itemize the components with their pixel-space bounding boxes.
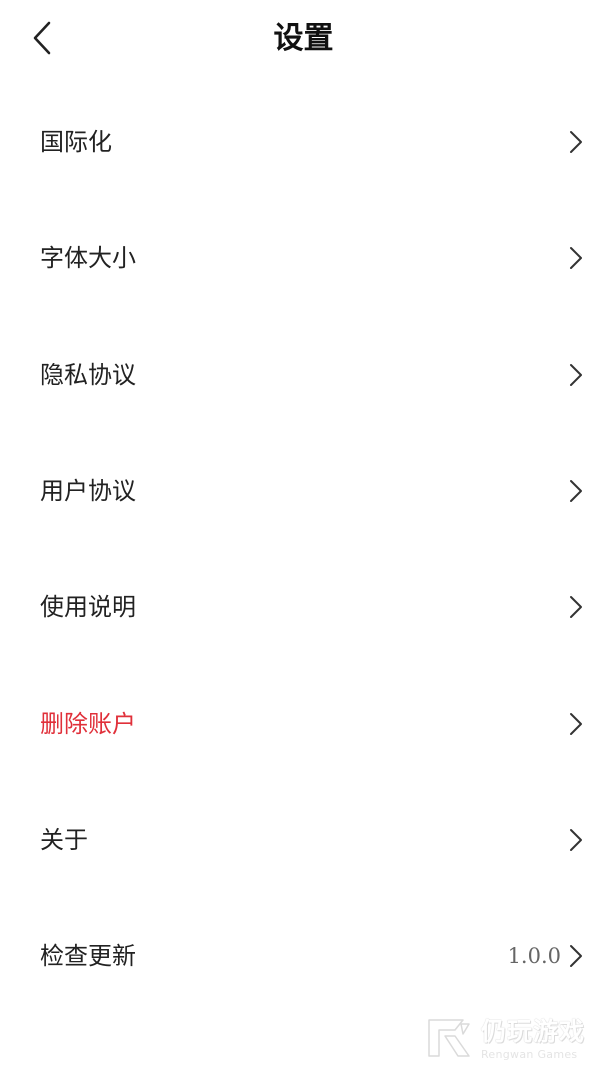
chevron-right-icon [570,712,582,735]
version-value: 1.0.0 [507,944,561,969]
settings-item-label: 使用说明 [40,593,136,622]
settings-item-user-agreement[interactable]: 用户协议 [0,433,607,549]
settings-item-right [569,246,583,270]
watermark: 仍玩游戏 Rengwan Games [425,1016,585,1062]
top-bar: 设置 [0,0,607,80]
settings-item-right [569,130,583,154]
settings-item-check-update[interactable]: 检查更新 1.0.0 [0,898,607,1014]
settings-item-instructions[interactable]: 使用说明 [0,549,607,665]
chevron-right-icon [570,596,582,619]
settings-item-delete-account[interactable]: 删除账户 [0,665,607,781]
settings-item-right [569,712,583,736]
watermark-subtitle: Rengwan Games [480,1047,578,1061]
settings-item-right [569,595,583,619]
settings-item-label: 删除账户 [40,709,136,738]
chevron-right-icon [570,480,582,503]
chevron-right-icon [570,247,582,270]
settings-item-about[interactable]: 关于 [0,782,607,898]
settings-item-right [569,479,583,503]
settings-item-internationalization[interactable]: 国际化 [0,84,607,200]
settings-item-right [569,828,583,852]
chevron-right-icon [570,131,582,154]
watermark-text: 仍玩游戏 Rengwan Games [480,1016,585,1061]
chevron-right-icon [570,363,582,386]
settings-item-right: 1.0.0 [508,944,583,968]
settings-item-font-size[interactable]: 字体大小 [0,200,607,316]
settings-item-right [569,363,583,387]
settings-item-label: 检查更新 [40,942,136,971]
settings-item-privacy-policy[interactable]: 隐私协议 [0,317,607,433]
settings-list: 国际化 字体大小 隐私协议 用户协议 使用说明 删除账户 关于 检查更新 1.0… [0,84,607,1014]
watermark-name: 仍玩游戏 [480,1016,585,1046]
chevron-right-icon [570,828,582,851]
chevron-right-icon [570,945,582,968]
settings-item-label: 用户协议 [40,477,136,506]
page-title: 设置 [273,21,334,56]
settings-item-label: 关于 [40,825,88,854]
settings-item-label: 隐私协议 [40,360,136,389]
settings-item-label: 国际化 [40,128,112,157]
watermark-logo-icon [428,1019,470,1057]
settings-item-label: 字体大小 [40,244,136,273]
